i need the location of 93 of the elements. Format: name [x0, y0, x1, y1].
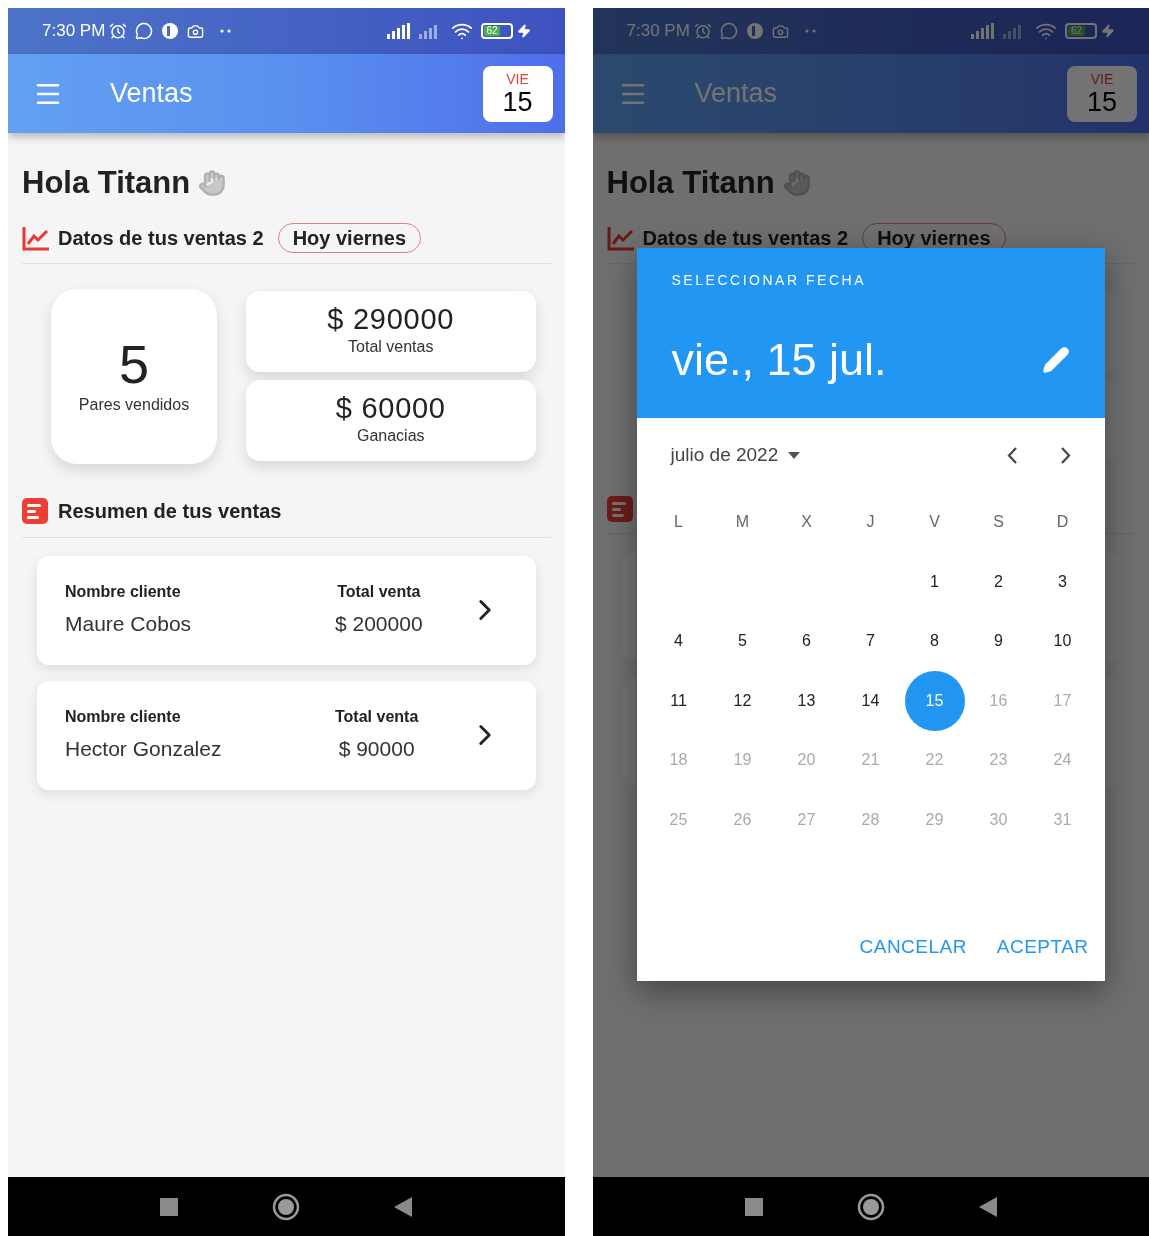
badge-day-number: 15	[1086, 86, 1117, 117]
list-icon	[606, 495, 633, 522]
caret-down-icon	[788, 451, 801, 459]
square-icon[interactable]	[160, 1197, 179, 1216]
weekday-label: V	[929, 512, 940, 532]
home-circle-icon[interactable]	[272, 1192, 301, 1221]
charging-icon	[1101, 24, 1115, 38]
signal-icon	[386, 23, 411, 39]
chat-icon	[719, 22, 738, 40]
total-amount: $ 90000	[338, 736, 415, 763]
chevron-left-icon	[1006, 446, 1017, 464]
calendar-day[interactable]: 15	[904, 670, 965, 731]
camera-icon	[187, 22, 205, 40]
weekday-label: M	[735, 512, 750, 532]
previous-month-button[interactable]	[1006, 446, 1017, 464]
total-amount: $ 200000	[335, 611, 423, 638]
sale-card[interactable]: Nombre cliente Hector Gonzalez Total venta $ 90000	[37, 680, 536, 790]
waving-hand-icon	[782, 169, 811, 198]
client-name: Hector Gonzalez	[65, 736, 223, 763]
signal-icon	[971, 23, 995, 39]
calendar-day[interactable]: 10	[1032, 611, 1093, 672]
calendar-day[interactable]: 11	[648, 670, 709, 731]
pairs-sold-label: Pares vendidos	[78, 395, 190, 415]
badge-day-number: 15	[502, 86, 533, 117]
weekday-label: X	[801, 512, 812, 532]
client-label: Nombre cliente	[65, 582, 182, 603]
amount-label: Ganacias	[356, 426, 425, 446]
calendar-day[interactable]: 9	[968, 611, 1029, 672]
pairs-sold-count: 5	[118, 335, 149, 393]
status-time: 7:30 PM	[42, 20, 106, 43]
selected-date: vie., 15 jul.	[671, 333, 887, 387]
dialog-action-button[interactable]: ACEPTAR	[988, 925, 1097, 969]
status-time: 7:30 PM	[626, 20, 690, 43]
weekday-label: J	[866, 512, 875, 532]
app-title: Ventas	[694, 77, 778, 111]
chevron-right-icon	[1060, 446, 1071, 464]
back-triangle-icon[interactable]	[394, 1196, 413, 1217]
chart-line-icon	[22, 224, 50, 251]
calendar-day[interactable]: 3	[1032, 551, 1093, 612]
total-label: Total venta	[335, 707, 419, 728]
weekday-label: L	[674, 512, 683, 532]
section-title: Datos de tus ventas 2	[642, 225, 849, 251]
badge-day-name: VIE	[1090, 70, 1114, 87]
chart-line-icon	[606, 224, 635, 251]
month-dropdown[interactable]: julio de 2022	[670, 440, 801, 470]
app-icon	[161, 22, 180, 40]
battery-level: 62	[1068, 26, 1085, 36]
app-title: Ventas	[110, 77, 193, 111]
calendar-day[interactable]: 13	[776, 670, 837, 731]
greeting: Hola Titann	[22, 164, 191, 202]
amount-label: Total ventas	[348, 337, 434, 357]
calendar-day[interactable]: 7	[840, 611, 901, 672]
camera-icon	[771, 22, 789, 40]
section-title: Datos de tus ventas 2	[58, 225, 264, 251]
calendar-day[interactable]: 1	[904, 551, 965, 612]
calendar-day[interactable]: 8	[904, 611, 965, 672]
total-label: Total venta	[337, 582, 421, 603]
greeting: Hola Titann	[606, 164, 775, 202]
calendar-day[interactable]: 5	[712, 611, 773, 672]
date-badge[interactable]: VIE 15	[1067, 65, 1137, 122]
calendar-day[interactable]: 6	[776, 611, 837, 672]
chat-icon	[135, 22, 154, 40]
square-icon[interactable]	[744, 1197, 763, 1216]
client-label: Nombre cliente	[65, 707, 182, 728]
weekday-label: S	[993, 512, 1004, 532]
dialog-heading: SELECCIONAR FECHA	[671, 271, 868, 290]
amount-value: $ 60000	[335, 392, 446, 424]
next-month-button[interactable]	[1060, 446, 1071, 464]
edit-button[interactable]	[1041, 346, 1070, 374]
calendar-day[interactable]: 12	[712, 670, 773, 731]
calendar-day[interactable]: 4	[648, 611, 709, 672]
back-triangle-icon[interactable]	[978, 1196, 997, 1217]
dialog-action-button[interactable]: CANCELAR	[851, 925, 975, 969]
home-circle-icon[interactable]	[856, 1192, 885, 1221]
alarm-icon	[693, 22, 712, 40]
alarm-icon	[109, 22, 128, 40]
calendar-day[interactable]: 2	[968, 551, 1029, 612]
date-badge[interactable]: VIE 15	[482, 65, 553, 122]
client-name: Maure Cobos	[65, 611, 193, 638]
weekday-label: D	[1056, 512, 1069, 532]
amount-value: $ 290000	[327, 303, 455, 335]
waving-hand-icon	[198, 169, 227, 198]
badge-day-name: VIE	[506, 70, 529, 87]
calendar-day[interactable]: 14	[840, 670, 901, 731]
app-icon	[745, 22, 764, 40]
summary-title: Resumen de tus ventas	[58, 498, 282, 524]
battery-level: 62	[483, 26, 501, 36]
more-icon	[220, 29, 233, 33]
charging-icon	[516, 24, 531, 38]
sale-card[interactable]: Nombre cliente Maure Cobos Total venta $ 200000	[37, 555, 536, 665]
list-icon	[22, 497, 48, 524]
more-icon	[804, 29, 817, 33]
pencil-icon	[1041, 346, 1070, 374]
